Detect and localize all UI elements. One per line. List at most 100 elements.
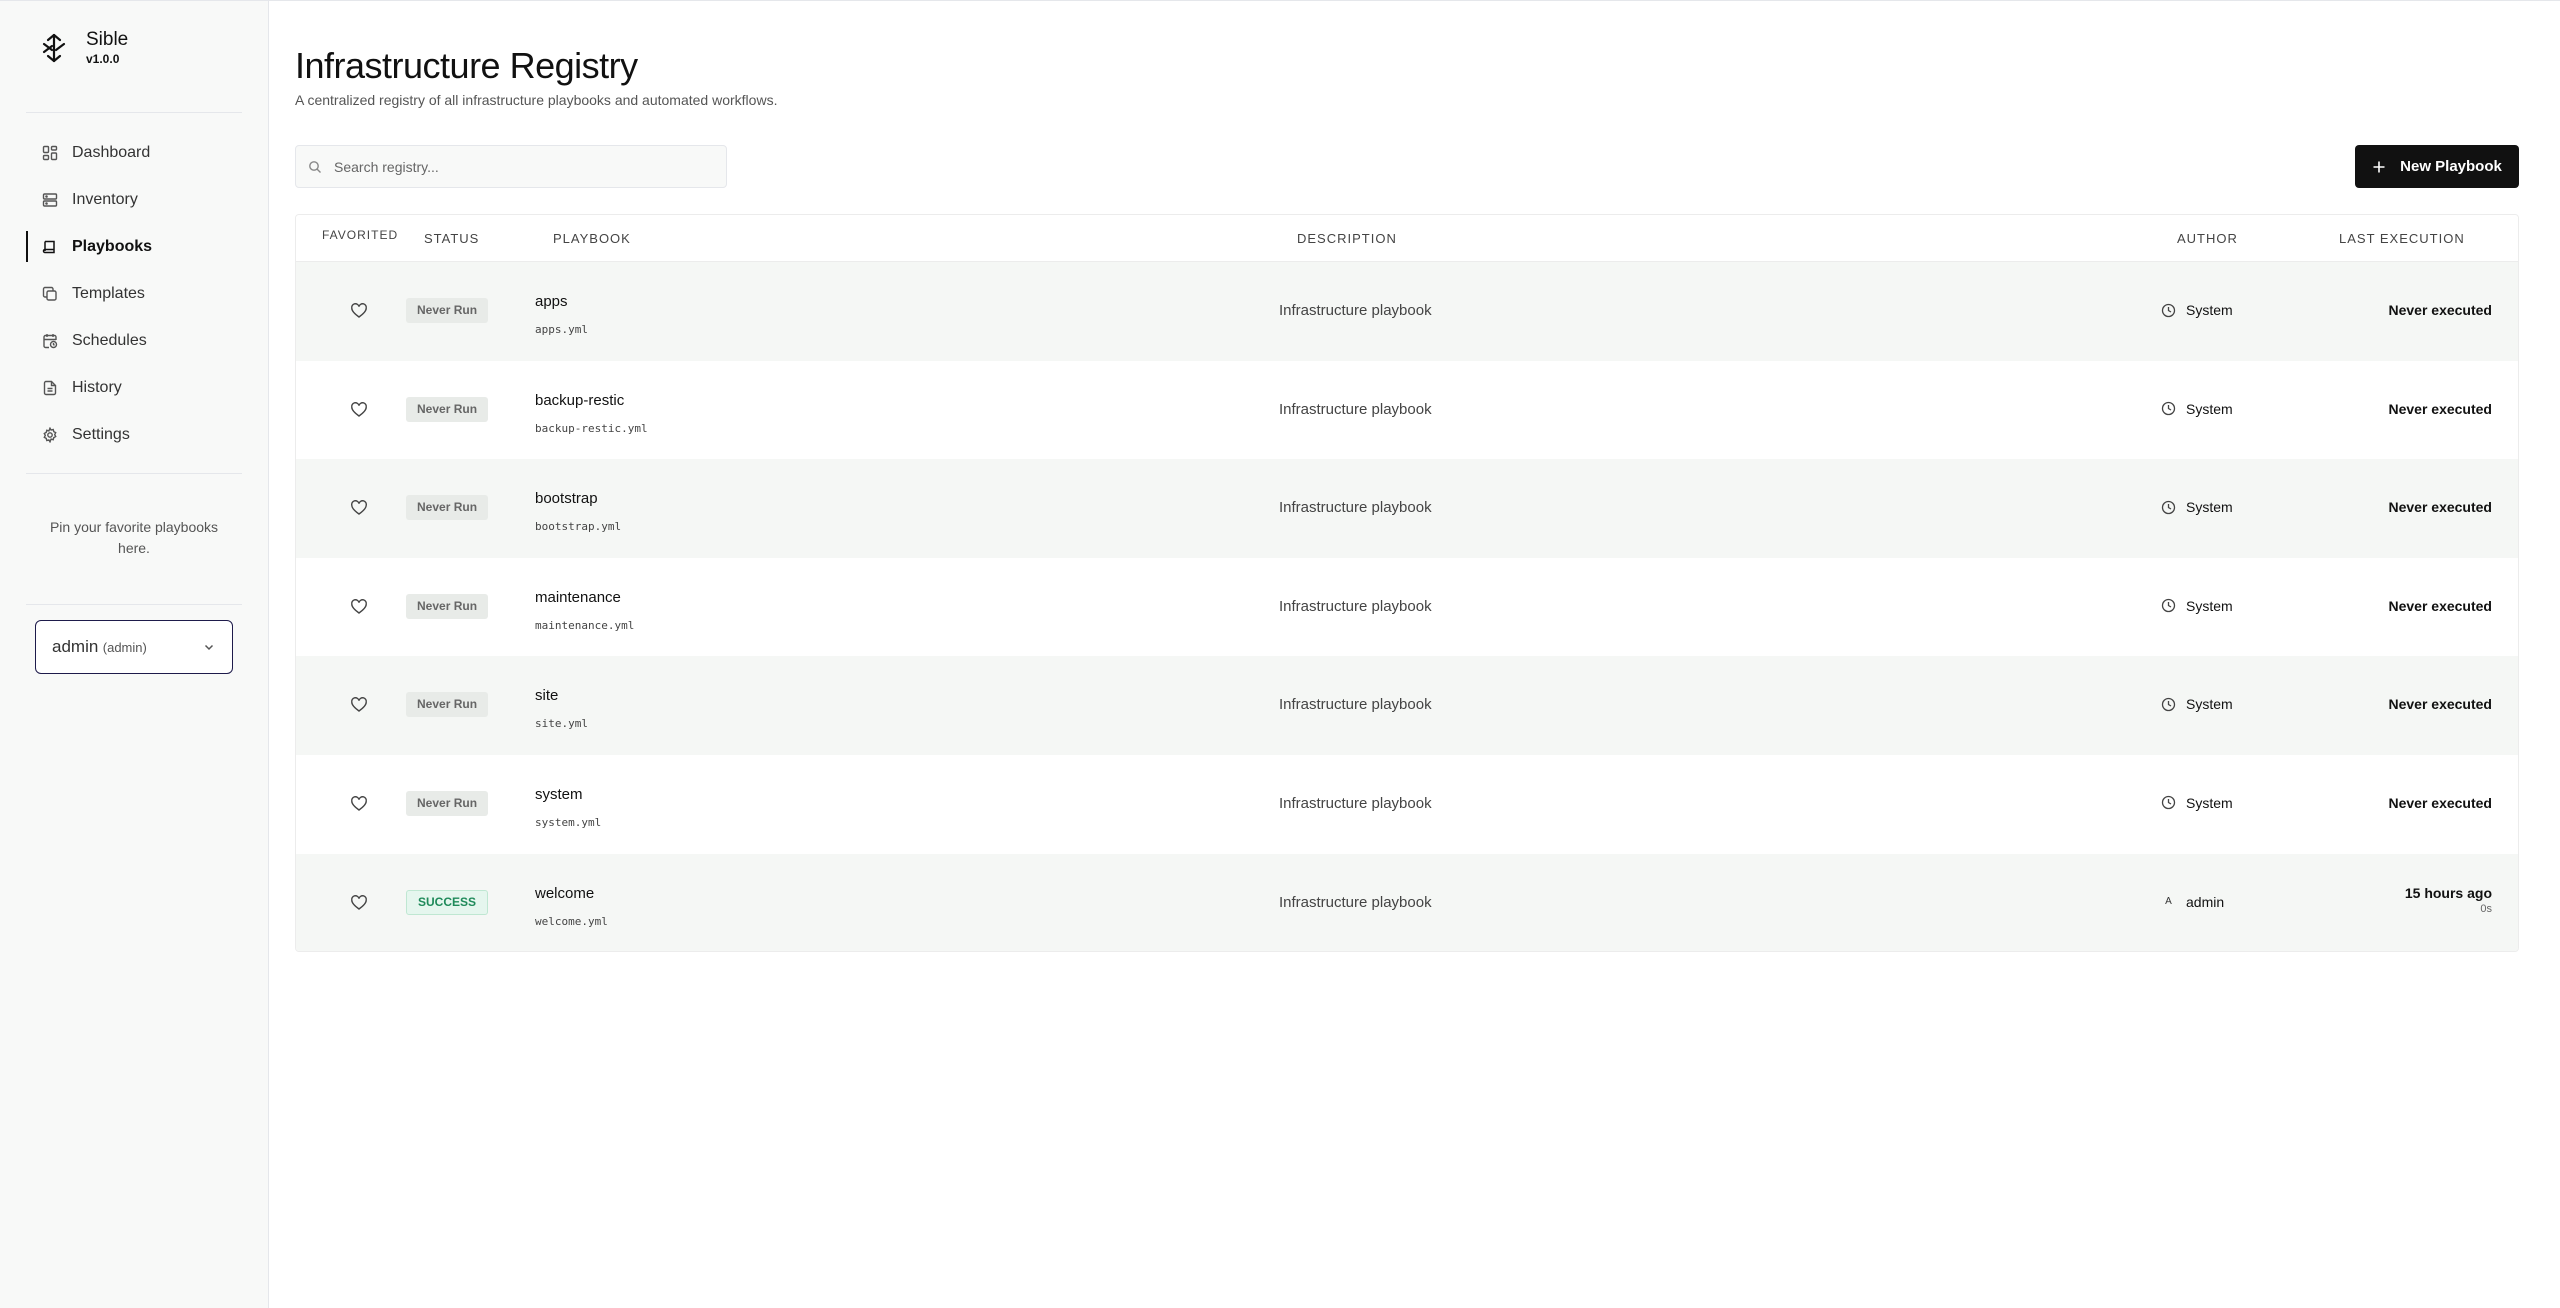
pinned-empty-text: Pin your favorite playbooks here.	[49, 519, 219, 556]
last-execution-time: 15 hours ago	[2404, 884, 2492, 901]
clock-icon	[2161, 796, 2176, 810]
avatar: A	[2165, 896, 2172, 908]
author-name: System	[2186, 696, 2233, 713]
table-row[interactable]: SUCCESS welcome welcome.yml Infrastructu…	[296, 853, 2518, 951]
author-name: System	[2186, 400, 2233, 417]
heart-icon[interactable]	[350, 696, 368, 714]
heart-icon[interactable]	[350, 795, 368, 813]
playbook-file: welcome.yml	[535, 914, 608, 928]
playbook-name[interactable]: maintenance	[535, 589, 621, 606]
sidebar-item-label: Playbooks	[72, 237, 153, 255]
status-badge: Never Run	[406, 593, 489, 619]
playbook-author: System	[2161, 696, 2233, 712]
playbook-description: Infrastructure playbook	[1279, 400, 1432, 418]
last-execution: Never executed	[2388, 499, 2492, 516]
sidebar-item-label: Dashboard	[72, 143, 151, 161]
playbook-author: System	[2161, 499, 2233, 515]
table-row[interactable]: Never Run apps apps.yml Infrastructure p…	[296, 262, 2518, 361]
page-subtitle: A centralized registry of all infrastruc…	[295, 92, 778, 108]
heart-icon[interactable]	[350, 401, 368, 419]
table-row[interactable]: Never Run maintenance maintenance.yml In…	[296, 557, 2518, 657]
sidebar-item-history[interactable]: History	[26, 364, 242, 411]
user-select[interactable]: admin (admin)	[35, 620, 233, 674]
sidebar: Sible v1.0.0 Dashboard Inventory Playboo…	[0, 1, 269, 1308]
author-name: System	[2186, 597, 2233, 614]
playbook-name[interactable]: apps	[535, 293, 568, 310]
last-execution: Never executed	[2388, 794, 2492, 811]
status-badge: Never Run	[406, 495, 489, 521]
clock-icon	[2161, 500, 2176, 514]
playbook-name[interactable]: system	[535, 786, 583, 803]
clock-icon	[2161, 401, 2176, 416]
clock-icon	[2161, 599, 2176, 613]
user-role: (admin)	[102, 640, 147, 655]
search-box[interactable]	[295, 145, 727, 188]
calendar-clock-icon	[43, 333, 58, 348]
author-name: System	[2186, 302, 2233, 318]
author-name: System	[2186, 499, 2233, 516]
last-execution: Never executed	[2388, 400, 2492, 417]
heart-icon[interactable]	[350, 302, 368, 320]
playbook-name[interactable]: welcome	[535, 885, 594, 902]
last-execution: Never executed	[2388, 597, 2492, 614]
table-row[interactable]: Never Run site site.yml Infrastructure p…	[296, 656, 2518, 755]
chevron-down-icon	[204, 644, 214, 651]
last-execution: Never executed	[2388, 696, 2492, 713]
new-playbook-button[interactable]: New Playbook	[2355, 145, 2519, 188]
sidebar-item-dashboard[interactable]: Dashboard	[26, 129, 242, 176]
sidebar-item-label: History	[72, 378, 122, 396]
brand[interactable]: Sible v1.0.0	[38, 29, 128, 67]
book-icon	[42, 240, 55, 253]
sidebar-item-schedules[interactable]: Schedules	[26, 317, 242, 364]
playbook-name[interactable]: bootstrap	[535, 490, 598, 507]
status-badge: Never Run	[406, 396, 489, 422]
playbook-name[interactable]: site	[535, 687, 558, 704]
sidebar-item-templates[interactable]: Templates	[26, 270, 242, 317]
playbook-author: System	[2161, 795, 2233, 811]
playbook-description: Infrastructure playbook	[1279, 302, 1432, 319]
playbook-description: Infrastructure playbook	[1279, 794, 1432, 812]
file-text-icon	[43, 380, 57, 395]
table-row[interactable]: Never Run system system.yml Infrastructu…	[296, 754, 2518, 854]
header-favorited[interactable]: Favorited	[322, 215, 398, 259]
sidebar-nav: Dashboard Inventory Playbooks Templates …	[26, 129, 242, 458]
header-author[interactable]: Author	[2177, 215, 2238, 262]
playbook-description: Infrastructure playbook	[1279, 893, 1432, 911]
search-input[interactable]	[334, 158, 714, 175]
header-status[interactable]: Status	[424, 215, 479, 262]
grid-icon	[42, 145, 58, 160]
table-header: Favorited Status Playbook Description Au…	[296, 215, 2518, 262]
table-row[interactable]: Never Run bootstrap bootstrap.yml Infras…	[296, 459, 2518, 558]
app-root: Sible v1.0.0 Dashboard Inventory Playboo…	[0, 0, 2560, 1308]
sidebar-item-inventory[interactable]: Inventory	[26, 176, 242, 223]
playbook-file: system.yml	[535, 815, 602, 829]
playbook-file: backup-restic.yml	[535, 421, 648, 435]
sidebar-item-playbooks[interactable]: Playbooks	[26, 223, 242, 270]
heart-icon[interactable]	[350, 499, 368, 517]
playbook-name[interactable]: backup-restic	[535, 392, 624, 409]
sidebar-item-settings[interactable]: Settings	[26, 411, 242, 458]
playbook-file: site.yml	[535, 717, 588, 731]
server-icon	[42, 192, 58, 207]
heart-icon[interactable]	[350, 598, 368, 616]
table-body: Never Run apps apps.yml Infrastructure p…	[296, 262, 2518, 951]
playbook-description: Infrastructure playbook	[1279, 597, 1432, 615]
header-playbook[interactable]: Playbook	[553, 215, 631, 262]
playbook-author: System	[2161, 401, 2233, 417]
last-execution: Never executed	[2388, 302, 2492, 318]
header-last-execution[interactable]: Last Execution	[2339, 215, 2465, 262]
header-description[interactable]: Description	[1297, 215, 1397, 262]
playbook-file: maintenance.yml	[535, 618, 635, 632]
status-badge: Never Run	[406, 298, 489, 323]
sidebar-item-label: Schedules	[72, 331, 147, 349]
playbook-author: System	[2161, 302, 2233, 318]
user-name: admin	[52, 637, 99, 656]
gear-icon	[43, 426, 57, 443]
sidebar-divider	[26, 604, 242, 605]
plus-icon	[2373, 161, 2385, 172]
status-badge: Never Run	[406, 790, 489, 816]
heart-icon[interactable]	[350, 894, 368, 912]
table-row[interactable]: Never Run backup-restic backup-restic.ym…	[296, 360, 2518, 460]
copy-icon	[42, 286, 57, 301]
author-name: System	[2186, 794, 2233, 811]
